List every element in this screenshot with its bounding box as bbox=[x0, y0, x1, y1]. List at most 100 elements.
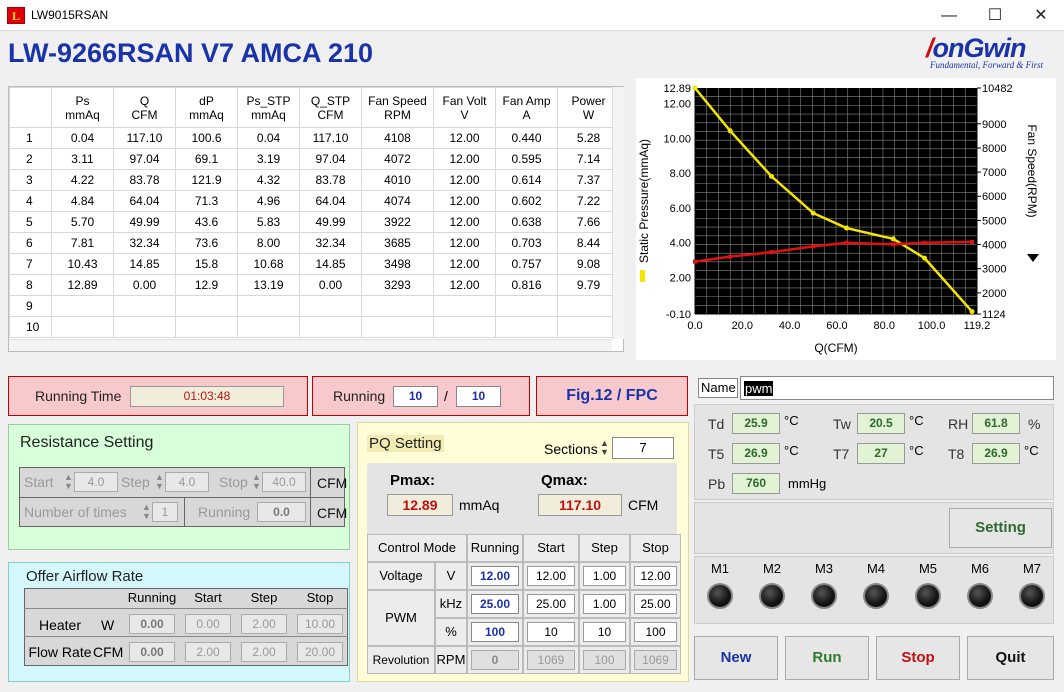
table-header-0: Ps mmAq bbox=[51, 87, 114, 128]
name-input[interactable]: pwm bbox=[740, 376, 1054, 400]
stop-button[interactable]: Stop bbox=[876, 636, 960, 680]
pq-voltage-1[interactable]: 12.00 bbox=[527, 566, 575, 586]
table-header-2: dP mmAq bbox=[175, 87, 238, 128]
heater-value-1[interactable]: 0.00 bbox=[185, 614, 231, 634]
fan-speed-point bbox=[844, 240, 849, 245]
run-button[interactable]: Run bbox=[785, 636, 869, 680]
y2-tick-label: 4000 bbox=[982, 240, 1006, 252]
table-cell: 4108 bbox=[361, 127, 434, 149]
table-cell bbox=[51, 316, 114, 338]
pq-pwm_pct-2[interactable]: 10 bbox=[583, 622, 626, 642]
table-cell: 8.00 bbox=[237, 232, 300, 254]
pq-rev-1[interactable]: 1069 bbox=[527, 650, 575, 670]
flow-value-2[interactable]: 2.00 bbox=[241, 642, 287, 662]
sections-input[interactable]: 7 bbox=[612, 437, 674, 459]
y2-axis-label: Fan Speed(RPM) bbox=[1025, 124, 1039, 217]
new-button[interactable]: New bbox=[694, 636, 778, 680]
table-row: 2 3.11 97.04 69.1 3.19 97.04 4072 12.00 0.595 7.1… bbox=[9, 148, 620, 170]
chevron-down-icon bbox=[1027, 254, 1039, 262]
heater-value-3[interactable]: 10.00 bbox=[297, 614, 343, 634]
table-header-unit: CFM bbox=[131, 107, 158, 122]
res-step-input[interactable]: 4.0 bbox=[165, 472, 209, 492]
table-cell: 3293 bbox=[361, 274, 434, 296]
y2-tick-label: 8000 bbox=[982, 143, 1006, 155]
table-cell: 9.79 bbox=[557, 274, 620, 296]
pq-pwm_khz-3[interactable]: 25.00 bbox=[634, 594, 677, 614]
res-start-input[interactable]: 4.0 bbox=[74, 472, 118, 492]
close-button[interactable]: ✕ bbox=[1018, 0, 1064, 31]
res-stop-spinner[interactable]: ▲ ▼ bbox=[252, 473, 261, 491]
running-label: Running bbox=[333, 388, 386, 404]
qmax-label: Qmax: bbox=[541, 472, 588, 489]
row-number: 10 bbox=[9, 316, 52, 338]
td-value: 25.9 bbox=[732, 413, 780, 434]
res-times-input[interactable]: 1 bbox=[152, 502, 178, 522]
table-cell: 14.85 bbox=[299, 253, 362, 275]
airflow-col-header: Running bbox=[127, 590, 177, 605]
pq-pwm_khz-1[interactable]: 25.00 bbox=[527, 594, 575, 614]
motor-indicators-panel: M1 M2 M3 M4 M5 M6 M7 bbox=[694, 556, 1054, 624]
pressure-point bbox=[890, 236, 896, 242]
table-cell bbox=[299, 316, 362, 338]
y2-tick-label: 9000 bbox=[982, 119, 1006, 131]
res-step-spinner[interactable]: ▲ ▼ bbox=[155, 473, 164, 491]
res-step-label: Step bbox=[121, 474, 150, 490]
pressure-legend-swatch bbox=[640, 270, 645, 282]
table-cell: 0.602 bbox=[495, 190, 558, 212]
row-number: 7 bbox=[9, 253, 52, 275]
setting-button[interactable]: Setting bbox=[949, 508, 1052, 548]
table-cell: 32.34 bbox=[113, 232, 176, 254]
table-vertical-scrollbar[interactable] bbox=[612, 87, 624, 339]
table-cell: 4.22 bbox=[51, 169, 114, 191]
table-cell: 73.6 bbox=[175, 232, 238, 254]
pq-rev-2[interactable]: 100 bbox=[583, 650, 626, 670]
running-time-panel: Running Time 01:03:48 bbox=[8, 376, 308, 416]
pq-voltage-2[interactable]: 1.00 bbox=[583, 566, 626, 586]
quit-button[interactable]: Quit bbox=[967, 636, 1054, 680]
airflow-divider bbox=[24, 636, 348, 637]
table-row: 3 4.22 83.78 121.9 4.32 83.78 4010 12.00 0.614 7.… bbox=[9, 169, 620, 191]
minimize-button[interactable]: — bbox=[926, 0, 972, 31]
res-start-spinner[interactable]: ▲ ▼ bbox=[64, 473, 73, 491]
pq-pwm_pct-1[interactable]: 10 bbox=[527, 622, 575, 642]
maximize-button[interactable]: ☐ bbox=[972, 0, 1018, 31]
pq-rev-3[interactable]: 1069 bbox=[634, 650, 677, 670]
pressure-point bbox=[810, 210, 816, 216]
y-axis-label: Static Pressure(mmAq) bbox=[637, 139, 651, 263]
res-stop-input[interactable]: 40.0 bbox=[262, 472, 306, 492]
sections-spinner[interactable]: ▲ ▼ bbox=[600, 439, 609, 457]
table-cell: 3.19 bbox=[237, 148, 300, 170]
table-horizontal-scrollbar[interactable] bbox=[9, 339, 612, 351]
table-cell: 71.3 bbox=[175, 190, 238, 212]
x-tick-label: 20.0 bbox=[732, 320, 753, 332]
company-logo: /onGwin Fundamental, Forward & First bbox=[926, 33, 1044, 70]
table-row: 4 4.84 64.04 71.3 4.96 64.04 4074 12.00 0.602 7.2… bbox=[9, 190, 620, 212]
pq-row-label-pwm: PWM bbox=[367, 590, 435, 646]
flow-value-1[interactable]: 2.00 bbox=[185, 642, 231, 662]
fan-speed-point bbox=[769, 250, 774, 255]
table-cell: 10.43 bbox=[51, 253, 114, 275]
y2-tick-label: 3000 bbox=[982, 264, 1006, 276]
running-panel: Running 10 / 10 bbox=[312, 376, 530, 416]
flow-value-3[interactable]: 20.00 bbox=[297, 642, 343, 662]
resistance-setting-panel: Resistance Setting Start ▲ ▼ 4.0 Step ▲ ▼ … bbox=[8, 424, 350, 550]
flow-value-0: 0.00 bbox=[129, 642, 175, 662]
y2-tick-label: 2000 bbox=[982, 288, 1006, 300]
pq-col-header: Step bbox=[579, 534, 630, 562]
pq-voltage-3[interactable]: 12.00 bbox=[634, 566, 677, 586]
motor-label-7: M7 bbox=[1022, 561, 1042, 576]
table-cell: 117.10 bbox=[113, 127, 176, 149]
motor-indicator-5 bbox=[915, 583, 941, 609]
heater-value-2[interactable]: 2.00 bbox=[241, 614, 287, 634]
pq-pwm_khz-2[interactable]: 1.00 bbox=[583, 594, 626, 614]
table-cell bbox=[361, 295, 434, 317]
table-cell: 12.00 bbox=[433, 211, 496, 233]
table-cell bbox=[113, 316, 176, 338]
pq-pwm_pct-3[interactable]: 100 bbox=[634, 622, 677, 642]
t8-label: T8 bbox=[948, 446, 965, 462]
pressure-point bbox=[969, 309, 975, 315]
table-cell bbox=[175, 316, 238, 338]
td-label: Td bbox=[708, 416, 725, 432]
res-times-spinner[interactable]: ▲ ▼ bbox=[142, 503, 151, 521]
table-cell: 12.00 bbox=[433, 274, 496, 296]
